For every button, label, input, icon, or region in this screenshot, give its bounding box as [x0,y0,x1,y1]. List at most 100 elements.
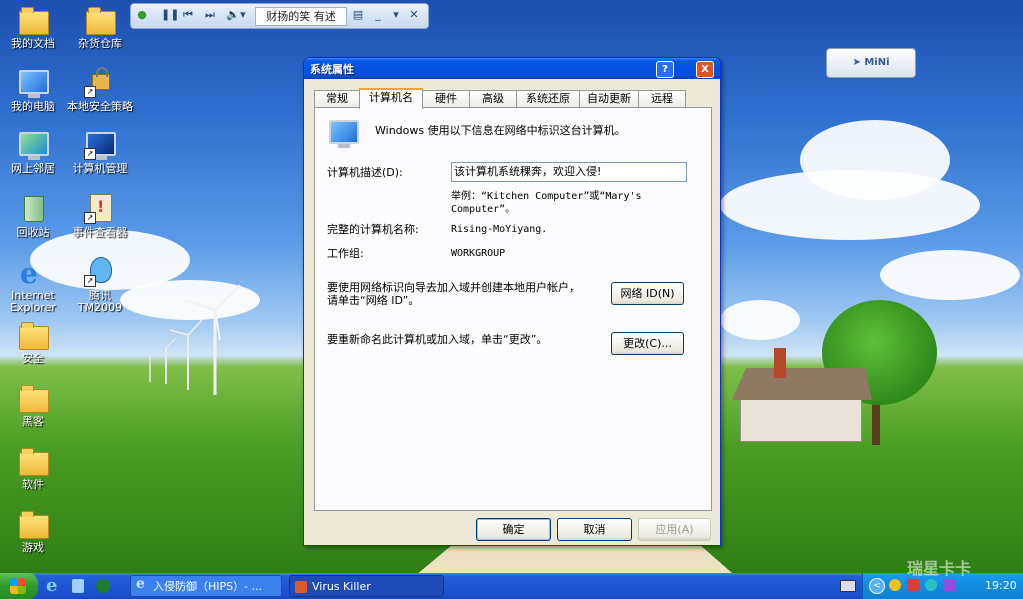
folder-icon [17,444,49,476]
player-logo-icon[interactable]: ● [135,8,149,22]
desktop-icon-label: 黑客 [22,415,44,428]
cottage-roof [732,368,872,400]
pause-icon[interactable]: ❚❚ [161,8,179,22]
player-song-title: 财扬的笑 有述 [255,7,347,26]
ok-button[interactable]: 确定 [476,518,551,541]
tab-hardware[interactable]: 硬件 [422,90,470,107]
quicklaunch-app-icon[interactable] [72,579,84,593]
desktop-icon-label: 事件查看器 [72,226,128,239]
tray-app-icon[interactable] [907,579,919,591]
desktop-icon-label: 我的文档 [11,37,55,50]
recycle-bin-icon [17,192,49,224]
full-computer-name-label: 完整的计算机名称: [327,223,419,236]
cloud [800,120,950,200]
full-computer-name-value: Rising-MoYiyang. [451,224,548,235]
watermark-text: 瑞星卡卡 [907,559,972,578]
desktop-icon-folder-software[interactable]: 软件 [0,444,66,491]
desktop-icon-my-computer[interactable]: 我的电脑 [0,66,66,113]
desktop-icon-folder-hacker[interactable]: 黑客 [0,381,66,428]
tray-app-icon[interactable] [943,579,955,591]
desktop-icon-label: 我的电脑 [11,100,55,113]
computer-name-panel: Windows 使用以下信息在网络中标识这台计算机。 计算机描述(D): 该计算… [314,107,712,511]
desktop-icon-network[interactable]: 网上邻居 [0,128,66,175]
dialog-title: 系统属性 [310,63,354,76]
computer-icon [17,66,49,98]
system-properties-dialog: 系统属性 ? X 常规 计算机名 硬件 高级 系统还原 自动更新 远程 Wind… [303,57,721,546]
tray-expand-icon[interactable]: < [869,578,885,594]
tab-advanced[interactable]: 高级 [469,90,517,107]
documents-folder-icon [17,3,49,35]
tray-app-icon[interactable] [889,579,901,591]
taskbar-item-label: 入侵防御（HIPS）- ... [153,580,263,593]
dialog-titlebar[interactable]: 系统属性 ? X [304,58,720,79]
keyboard-icon[interactable] [840,580,856,592]
volume-icon[interactable]: 🔈▾ [225,8,247,22]
tab-remote[interactable]: 远程 [638,90,686,107]
network-icon [17,128,49,160]
start-button[interactable] [0,573,38,599]
tab-system-restore[interactable]: 系统还原 [516,90,580,107]
desktop-icon-recycle-bin[interactable]: 回收站 [0,192,66,239]
workgroup-value: WORKGROUP [451,248,506,259]
desktop-icon-label: 安全 [22,352,44,365]
ie-small-icon: e [136,576,145,592]
windows-logo-icon [10,578,26,594]
desktop-icon-folder-security[interactable]: 安全 [0,318,66,365]
tab-computer-name[interactable]: 计算机名 [359,88,423,109]
apply-button[interactable]: 应用(A) [638,518,711,541]
close-icon[interactable]: ✕ [407,8,421,22]
help-button[interactable]: ? [656,61,674,78]
tab-general[interactable]: 常规 [314,90,360,107]
desktop-icon-storage[interactable]: 杂货仓库 [67,3,133,50]
desktop-icon-internet-explorer[interactable]: e Internet Explorer [0,255,66,314]
minimize-icon[interactable]: _ [371,8,385,22]
taskbar-item-label: Virus Killer [312,580,371,593]
cottage [740,395,862,442]
folder-icon [17,507,49,539]
qq-icon: ↗ [84,255,116,287]
previous-icon[interactable]: ⏮ [181,8,195,22]
dropdown-icon[interactable]: ▾ [389,8,403,22]
quicklaunch-ie-icon[interactable]: e [46,575,57,596]
desktop-icon-label: 软件 [22,478,44,491]
computer-description-input[interactable]: 该计算机系统稞奔，欢迎入侵! [451,162,687,182]
tab-automatic-updates[interactable]: 自动更新 [579,90,639,107]
desktop-icon-tencent-tm[interactable]: ↗ 腾讯TM2009 [67,255,133,314]
desktop-icon-label: 回收站 [16,226,50,239]
cottage-chimney [774,348,786,378]
workgroup-label: 工作组: [327,247,364,260]
desktop-icon-folder-games[interactable]: 游戏 [0,507,66,554]
folder-icon [84,3,116,35]
clock[interactable]: 19:20 [985,579,1017,592]
quicklaunch-media-icon[interactable] [96,579,110,593]
lock-icon: ↗ [84,66,116,98]
cancel-button[interactable]: 取消 [557,518,632,541]
desktop-icon-label: 游戏 [22,541,44,554]
network-id-button[interactable]: 网络 ID(N) [611,282,684,305]
desktop-icon-label: 杂货仓库 [78,37,122,50]
system-tray: < 瑞星卡卡 19:20 [862,559,1023,599]
change-button[interactable]: 更改(C)... [611,332,684,355]
desktop-icon-my-documents[interactable]: 我的文档 [0,3,66,50]
computer-icon [327,118,359,150]
taskbar-item-virus-killer[interactable]: Virus Killer [289,575,444,597]
desktop-icon-event-viewer[interactable]: ↗ 事件查看器 [67,192,133,239]
media-player-bar[interactable]: ● ❚❚ ⏮ ⏭ 🔈▾ 财扬的笑 有述 ▤ _ ▾ ✕ [130,3,429,29]
close-button[interactable]: X [696,61,714,78]
desktop-icon-label: 本地安全策略 [67,100,133,113]
next-icon[interactable]: ⏭ [203,8,217,22]
rename-text: 要重新命名此计算机或加入域，单击“更改”。 [327,333,548,346]
mini-arrow-icon: ➤ [852,57,865,68]
event-viewer-icon: ↗ [84,192,116,224]
mini-label: MiNi [864,57,890,68]
taskbar-item-hips[interactable]: e 入侵防御（HIPS）- ... [130,575,282,597]
desktop-icon-computer-management[interactable]: ↗ 计算机管理 [67,128,133,175]
tray-app-icon[interactable] [925,579,937,591]
virus-killer-icon [295,581,307,593]
desktop-icon-label: 计算机管理 [72,162,128,175]
desktop-icon-local-security-policy[interactable]: ↗ 本地安全策略 [67,66,133,113]
lyrics-icon[interactable]: ▤ [351,8,365,22]
cloud [720,300,800,340]
mini-widget[interactable]: ➤ MiNi [826,48,916,78]
folder-icon [17,381,49,413]
